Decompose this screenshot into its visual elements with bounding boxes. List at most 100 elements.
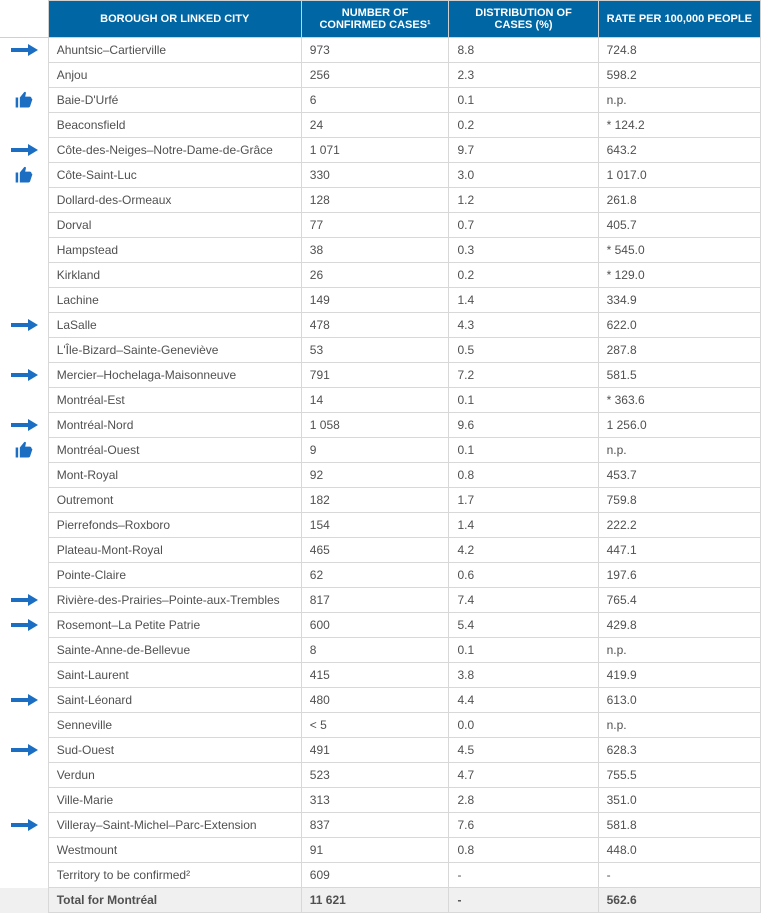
table-row: Baie-D'Urfé60.1n.p. (0, 88, 761, 113)
cell-distribution: 4.5 (449, 738, 598, 763)
cell-borough: Saint-Laurent (48, 663, 301, 688)
arrow-right-icon (2, 593, 46, 607)
row-icon-cell (0, 63, 48, 88)
table-row: Westmount910.8448.0 (0, 838, 761, 863)
cell-rate: 453.7 (598, 463, 760, 488)
cell-cases: 26 (301, 263, 449, 288)
cell-cases: 154 (301, 513, 449, 538)
row-icon-cell (0, 263, 48, 288)
cell-borough: Ahuntsic–Cartierville (48, 38, 301, 63)
arrow-right-icon (2, 143, 46, 157)
row-icon-cell (0, 88, 48, 113)
cell-cases: 478 (301, 313, 449, 338)
cell-borough: Outremont (48, 488, 301, 513)
cell-rate: 1 256.0 (598, 413, 760, 438)
row-icon-cell (0, 163, 48, 188)
header-borough: BOROUGH OR LINKED CITY (48, 1, 301, 38)
total-rate: 562.6 (598, 888, 760, 913)
cell-rate: 765.4 (598, 588, 760, 613)
cell-rate: * 363.6 (598, 388, 760, 413)
arrow-right-icon (2, 818, 46, 832)
cell-rate: 197.6 (598, 563, 760, 588)
cell-cases: 1 058 (301, 413, 449, 438)
row-icon-cell (0, 313, 48, 338)
cell-cases: 973 (301, 38, 449, 63)
cell-borough: Montréal-Ouest (48, 438, 301, 463)
cell-borough: Rosemont–La Petite Patrie (48, 613, 301, 638)
row-icon-cell (0, 38, 48, 63)
cell-rate: n.p. (598, 713, 760, 738)
table-row: Kirkland260.2* 129.0 (0, 263, 761, 288)
row-icon-cell (0, 638, 48, 663)
cell-borough: Montréal-Nord (48, 413, 301, 438)
cell-borough: Territory to be confirmed² (48, 863, 301, 888)
data-table: BOROUGH OR LINKED CITY NUMBER OF CONFIRM… (0, 0, 761, 913)
cell-cases: 53 (301, 338, 449, 363)
row-icon-cell (0, 763, 48, 788)
cell-rate: 581.5 (598, 363, 760, 388)
cell-cases: 523 (301, 763, 449, 788)
row-icon-cell (0, 138, 48, 163)
cell-rate: 643.2 (598, 138, 760, 163)
cell-distribution: 7.6 (449, 813, 598, 838)
row-icon-cell (0, 363, 48, 388)
arrow-right-icon (2, 318, 46, 332)
cell-distribution: 0.8 (449, 838, 598, 863)
cell-cases: 182 (301, 488, 449, 513)
cell-rate: 598.2 (598, 63, 760, 88)
cell-distribution: 1.2 (449, 188, 598, 213)
cell-distribution: 1.4 (449, 513, 598, 538)
total-cases: 11 621 (301, 888, 449, 913)
table-row: Hampstead380.3* 545.0 (0, 238, 761, 263)
cell-borough: Ville-Marie (48, 788, 301, 813)
cell-rate: * 124.2 (598, 113, 760, 138)
table-row: Montréal-Ouest90.1n.p. (0, 438, 761, 463)
total-row: Total for Montréal11 621-562.6 (0, 888, 761, 913)
cell-distribution: 1.4 (449, 288, 598, 313)
cell-distribution: 0.1 (449, 438, 598, 463)
cell-cases: 491 (301, 738, 449, 763)
table-row: Dollard-des-Ormeaux1281.2261.8 (0, 188, 761, 213)
cell-rate: 755.5 (598, 763, 760, 788)
cell-rate: 622.0 (598, 313, 760, 338)
cell-cases: 149 (301, 288, 449, 313)
table-row: Territory to be confirmed²609-- (0, 863, 761, 888)
cell-borough: Plateau-Mont-Royal (48, 538, 301, 563)
cell-rate: 429.8 (598, 613, 760, 638)
table-row: Senneville< 50.0n.p. (0, 713, 761, 738)
cell-cases: 62 (301, 563, 449, 588)
table-row: Montréal-Nord1 0589.61 256.0 (0, 413, 761, 438)
arrow-right-icon (2, 418, 46, 432)
cell-rate: 724.8 (598, 38, 760, 63)
row-icon-cell (0, 288, 48, 313)
cell-rate: * 129.0 (598, 263, 760, 288)
cell-cases: 128 (301, 188, 449, 213)
cell-distribution: 3.0 (449, 163, 598, 188)
cell-rate: 1 017.0 (598, 163, 760, 188)
table-row: L'Île-Bizard–Sainte-Geneviève 530.5287.8 (0, 338, 761, 363)
table-row: Lachine149 1.4334.9 (0, 288, 761, 313)
cell-rate: 261.8 (598, 188, 760, 213)
cell-cases: 14 (301, 388, 449, 413)
header-distribution: DISTRIBUTION OF CASES (%) (449, 1, 598, 38)
cell-distribution: 7.2 (449, 363, 598, 388)
cell-borough: Saint-Léonard (48, 688, 301, 713)
table-row: Sud-Ouest4914.5628.3 (0, 738, 761, 763)
table-row: Dorval77 0.7405.7 (0, 213, 761, 238)
cell-rate: 759.8 (598, 488, 760, 513)
table-row: Montréal-Est140.1* 363.6 (0, 388, 761, 413)
cell-distribution: 0.6 (449, 563, 598, 588)
arrow-right-icon (2, 368, 46, 382)
cell-rate: n.p. (598, 88, 760, 113)
cell-distribution: 0.8 (449, 463, 598, 488)
row-icon-cell (0, 663, 48, 688)
cell-distribution: 8.8 (449, 38, 598, 63)
cell-distribution: 3.8 (449, 663, 598, 688)
row-icon-cell (0, 688, 48, 713)
row-icon-cell (0, 213, 48, 238)
cell-distribution: 0.1 (449, 638, 598, 663)
row-icon-cell (0, 388, 48, 413)
cell-rate: 448.0 (598, 838, 760, 863)
cell-rate: n.p. (598, 438, 760, 463)
cell-rate: 334.9 (598, 288, 760, 313)
